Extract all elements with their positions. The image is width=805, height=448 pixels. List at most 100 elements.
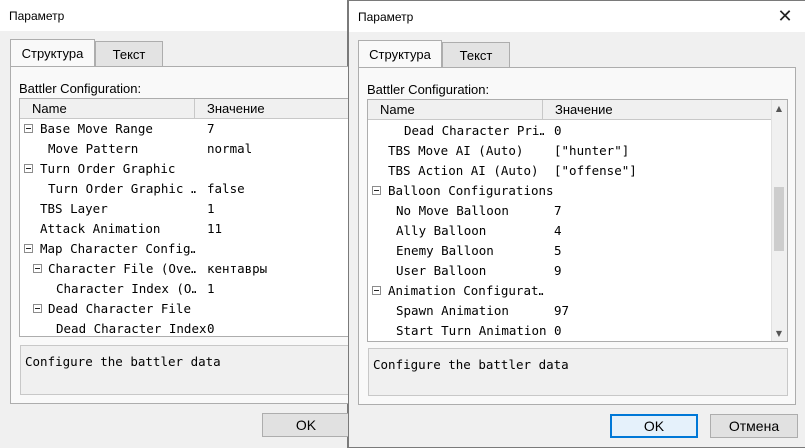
row-value[interactable]: normal — [207, 139, 252, 159]
right-tabstrip: Структура Текст — [358, 40, 798, 68]
row-name: Map Character Config… — [40, 241, 196, 256]
left-ok-button[interactable]: OK — [262, 413, 350, 437]
row-value[interactable]: 7 — [554, 201, 562, 221]
row-value[interactable]: 11 — [207, 219, 222, 239]
left-description: Configure the battler data — [25, 354, 221, 369]
table-row[interactable]: Animation Configurat… — [368, 281, 787, 301]
row-name: TBS Move AI (Auto) — [388, 143, 524, 158]
table-row[interactable]: Turn Order Graphic … false — [20, 179, 350, 199]
row-name: No Move Balloon — [396, 203, 509, 218]
row-name: Base Move Range — [40, 121, 153, 136]
row-value[interactable]: 0 — [554, 121, 562, 141]
collapse-icon[interactable] — [24, 164, 33, 173]
row-value[interactable]: 0 — [554, 321, 562, 341]
right-title: Параметр — [358, 10, 414, 24]
row-name: Dead Character Index — [56, 321, 207, 336]
row-value[interactable]: false — [207, 179, 245, 199]
table-row[interactable]: Dead Character Index 0 — [20, 319, 350, 336]
left-property-grid[interactable]: Name Значение Base Move Range 7 Move Pat… — [19, 98, 351, 337]
table-row[interactable]: Move Pattern normal — [20, 139, 350, 159]
table-row[interactable]: Map Character Config… — [20, 239, 350, 259]
row-name: Animation Configurat… — [388, 283, 544, 298]
row-value[interactable]: 0 — [207, 319, 215, 336]
left-col-name[interactable]: Name — [20, 99, 194, 118]
row-name: Spawn Animation — [396, 303, 509, 318]
left-col-value[interactable]: Значение — [195, 99, 350, 118]
left-titlebar: Параметр — [0, 0, 347, 31]
right-cancel-button[interactable]: Отмена — [710, 414, 798, 438]
row-value[interactable]: 7 — [207, 119, 215, 139]
row-value[interactable]: 1 — [207, 199, 215, 219]
right-description-box: Configure the battler data — [368, 348, 788, 396]
row-name: Ally Balloon — [396, 223, 487, 238]
right-grid-header: Name Значение — [368, 100, 787, 120]
row-value[interactable]: 9 — [554, 261, 562, 281]
table-row[interactable]: TBS Layer 1 — [20, 199, 350, 219]
right-col-value[interactable]: Значение — [543, 100, 763, 119]
row-name: User Balloon — [396, 263, 487, 278]
left-description-box: Configure the battler data — [20, 345, 350, 395]
right-ok-button[interactable]: OK — [610, 414, 698, 438]
row-name: Balloon Configurations — [388, 183, 554, 198]
table-row[interactable]: Character File (Ove… кентавры — [20, 259, 350, 279]
row-name: TBS Layer — [40, 201, 108, 216]
left-tab-panel: Battler Configuration: Name Значение Bas… — [10, 66, 351, 404]
right-titlebar: Параметр ✕ — [349, 1, 805, 32]
close-icon[interactable]: ✕ — [765, 1, 805, 32]
right-property-grid[interactable]: Name Значение Dead Character Pri… 0 TBS … — [367, 99, 788, 342]
left-section-label: Battler Configuration: — [19, 81, 142, 96]
table-row[interactable]: Turn Order Graphic — [20, 159, 350, 179]
table-row[interactable]: Dead Character File — [20, 299, 350, 319]
left-tabstrip: Структура Текст — [10, 39, 340, 67]
right-tab-structure[interactable]: Структура — [358, 40, 442, 68]
row-name: Dead Character File — [48, 301, 191, 316]
row-name: Character File (Ove… — [48, 261, 196, 276]
table-row[interactable]: User Balloon 9 — [368, 261, 787, 281]
table-row[interactable]: Enemy Balloon 5 — [368, 241, 787, 261]
row-value[interactable]: ["offense"] — [554, 161, 637, 181]
right-tab-panel: Battler Configuration: Name Значение Dea… — [358, 67, 796, 405]
scroll-down-icon[interactable]: ▼ — [772, 326, 786, 340]
row-value[interactable]: 4 — [554, 221, 562, 241]
row-name: Turn Order Graphic — [40, 161, 176, 176]
right-dialog: Параметр ✕ Структура Текст Battler Confi… — [348, 0, 805, 448]
row-value[interactable]: 1 — [207, 279, 215, 299]
table-row[interactable]: Base Move Range 7 — [20, 119, 350, 139]
table-row[interactable]: TBS Move AI (Auto) ["hunter"] — [368, 141, 787, 161]
row-name: Turn Order Graphic … — [48, 181, 196, 196]
row-name: Attack Animation — [40, 221, 161, 236]
collapse-icon[interactable] — [24, 124, 33, 133]
collapse-icon[interactable] — [372, 186, 381, 195]
row-name: TBS Action AI (Auto) — [388, 163, 539, 178]
row-value[interactable]: кентавры — [207, 259, 267, 279]
table-row[interactable]: TBS Action AI (Auto) ["offense"] — [368, 161, 787, 181]
table-row[interactable]: Character Index (O… 1 — [20, 279, 350, 299]
collapse-icon[interactable] — [33, 304, 42, 313]
grid-scrollbar[interactable]: ▲ ▼ — [771, 100, 787, 341]
left-tab-text[interactable]: Текст — [95, 41, 163, 66]
row-name: Start Turn Animation — [396, 323, 547, 338]
row-name: Dead Character Pri… — [404, 123, 544, 138]
collapse-icon[interactable] — [24, 244, 33, 253]
row-name: Enemy Balloon — [396, 243, 494, 258]
right-section-label: Battler Configuration: — [367, 82, 490, 97]
right-col-name[interactable]: Name — [368, 100, 542, 119]
row-value[interactable]: ["hunter"] — [554, 141, 629, 161]
collapse-icon[interactable] — [372, 286, 381, 295]
table-row[interactable]: Balloon Configurations — [368, 181, 787, 201]
row-value[interactable]: 97 — [554, 301, 569, 321]
scroll-thumb[interactable] — [774, 187, 784, 251]
scroll-up-icon[interactable]: ▲ — [772, 101, 786, 115]
left-title: Параметр — [9, 9, 65, 23]
collapse-icon[interactable] — [33, 264, 42, 273]
table-row[interactable]: Start Turn Animation 0 — [368, 321, 787, 341]
row-value[interactable]: 5 — [554, 241, 562, 261]
table-row[interactable]: Ally Balloon 4 — [368, 221, 787, 241]
table-row[interactable]: No Move Balloon 7 — [368, 201, 787, 221]
table-row[interactable]: Spawn Animation 97 — [368, 301, 787, 321]
right-tab-text[interactable]: Текст — [442, 42, 510, 67]
table-row[interactable]: Attack Animation 11 — [20, 219, 350, 239]
left-tab-structure[interactable]: Структура — [10, 39, 95, 67]
left-dialog: Параметр Структура Текст Battler Configu… — [0, 0, 351, 448]
table-row[interactable]: Dead Character Pri… 0 — [368, 121, 787, 141]
